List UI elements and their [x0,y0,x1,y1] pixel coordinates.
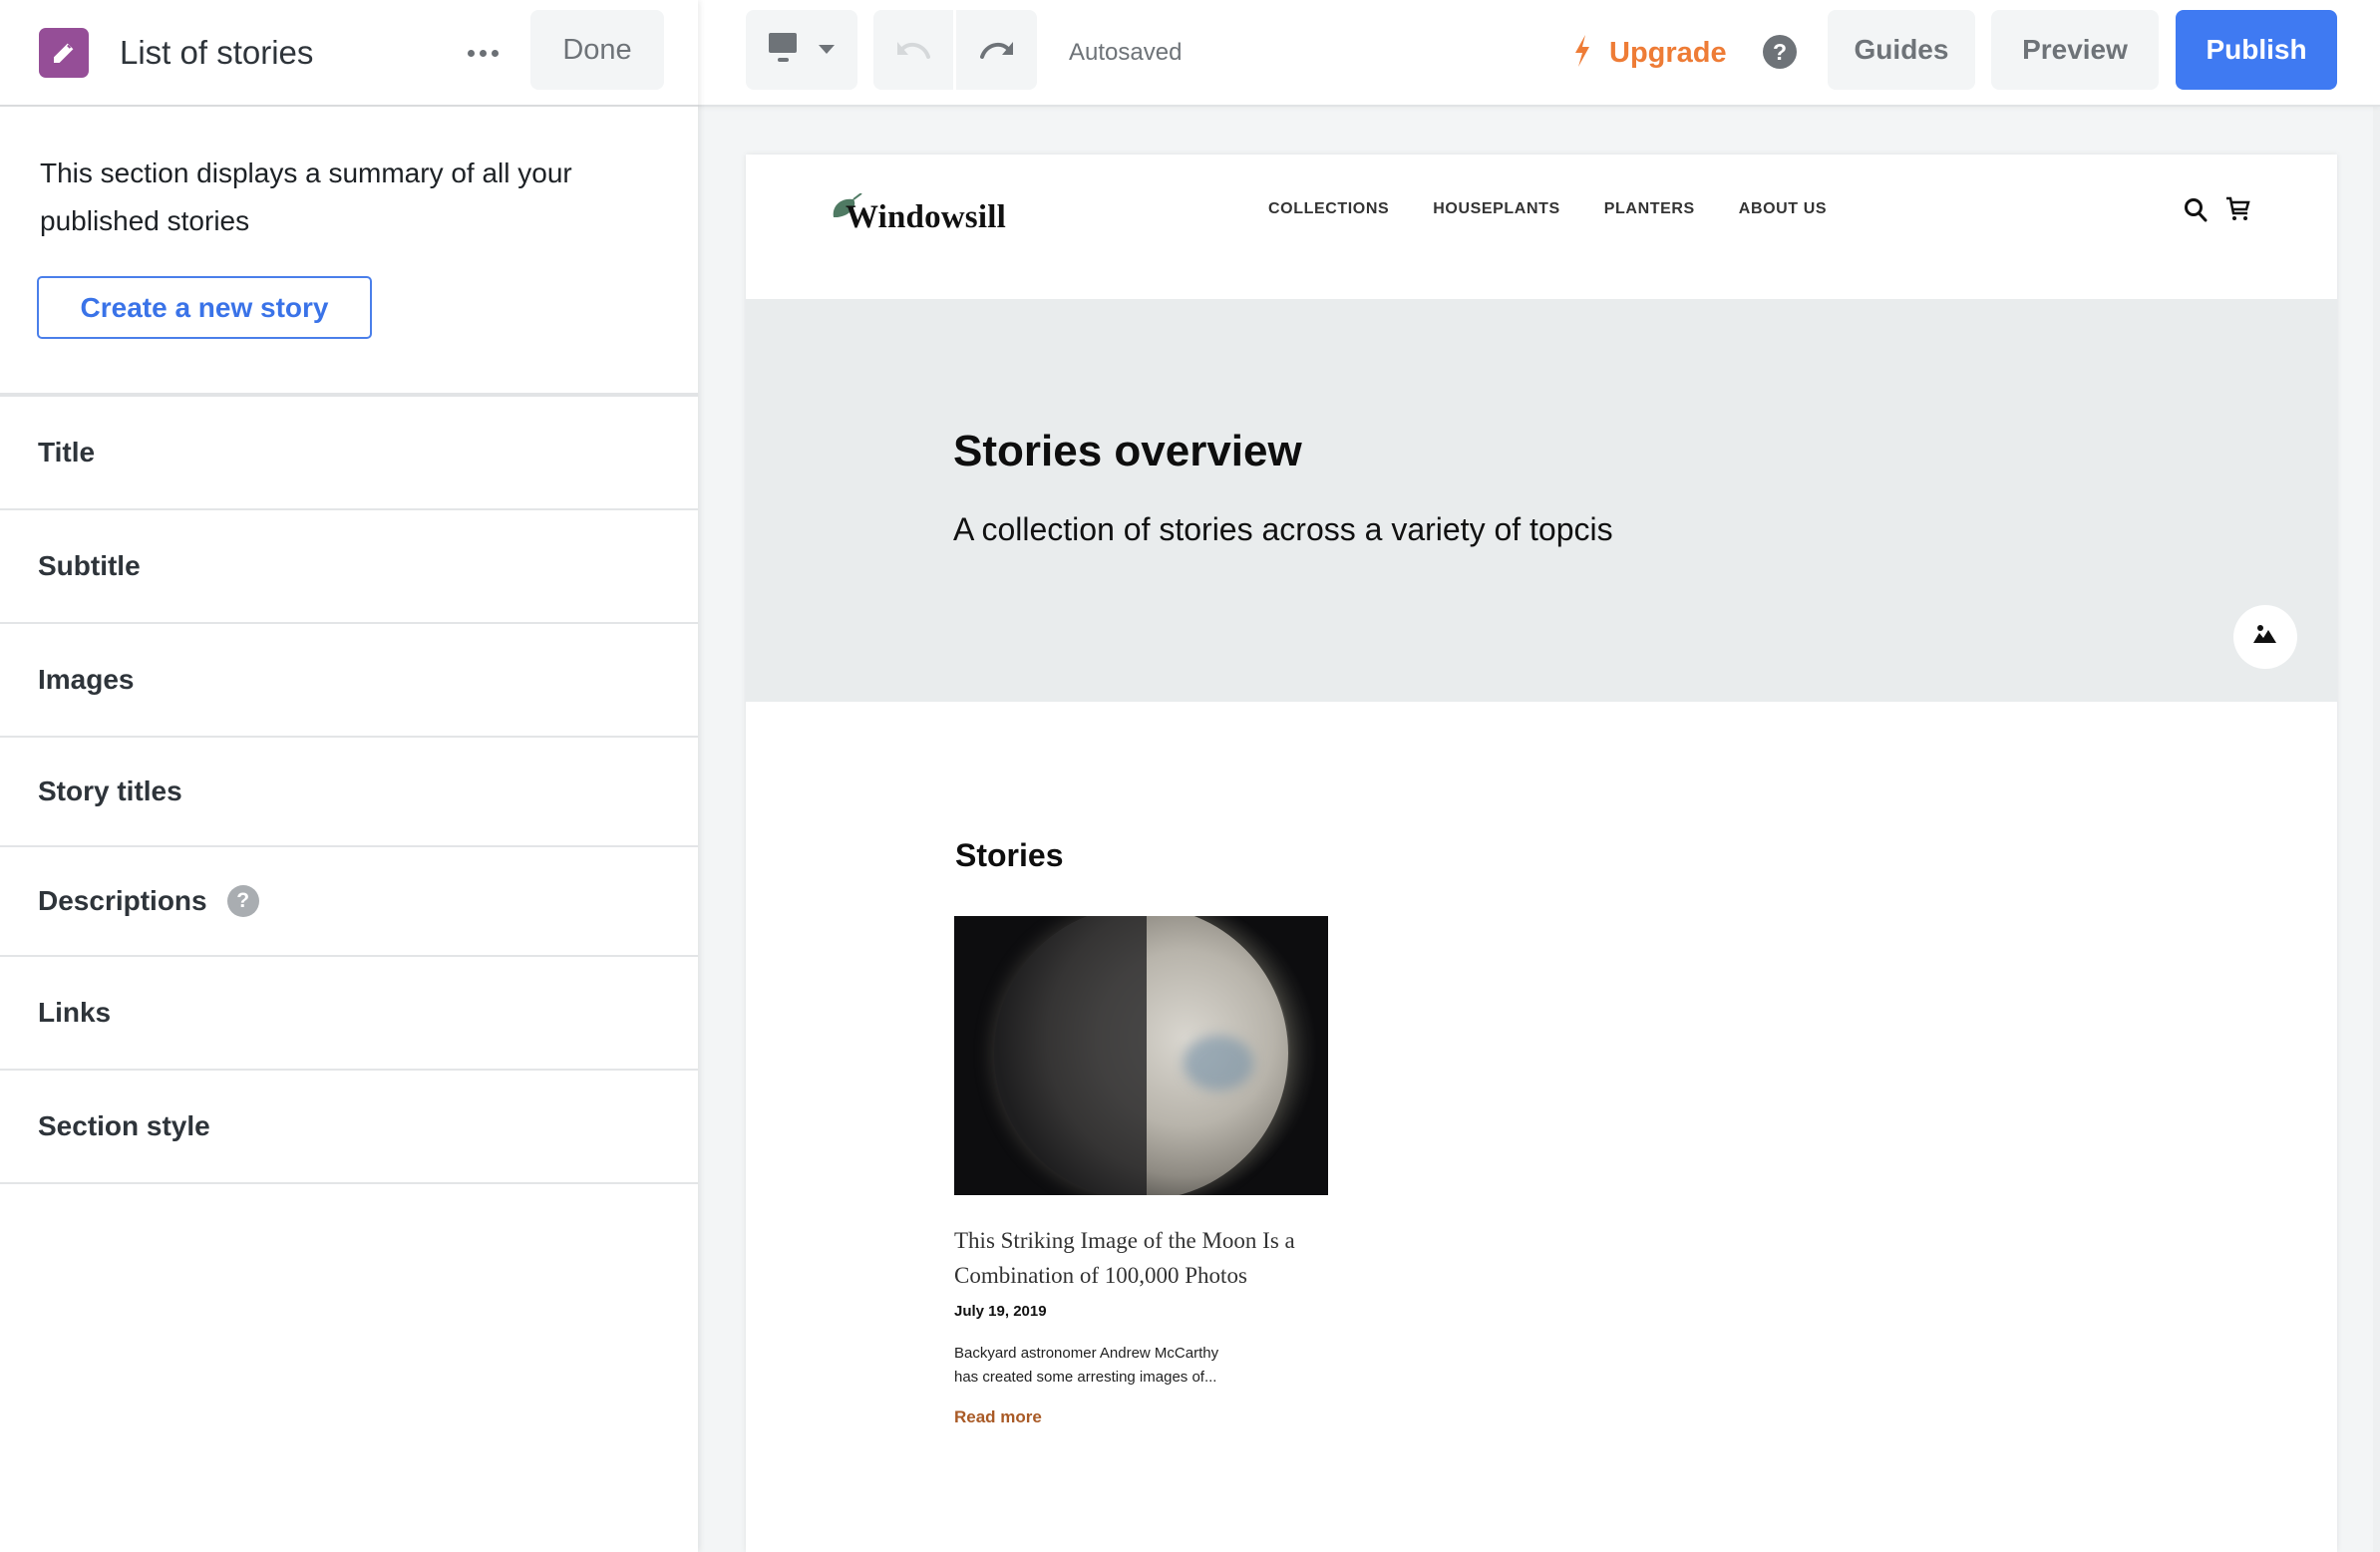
desktop-icon [769,32,799,68]
preview-button[interactable]: Preview [1991,10,2159,90]
section-editor-sidebar: List of stories Done This section displa… [0,0,698,1552]
settings-item-label: Links [38,997,112,1028]
settings-item-label: Subtitle [38,550,141,581]
more-options-button[interactable] [461,28,505,78]
story-card: This Striking Image of the Moon Is a Com… [954,916,1329,1427]
site-logo[interactable]: Windowsill [832,187,1006,247]
settings-item-label: Title [38,437,96,467]
cart-icon[interactable] [2225,196,2251,227]
site-nav: COLLECTIONS HOUSEPLANTS PLANTERS ABOUT U… [1268,200,1827,218]
story-date: July 19, 2019 [954,1303,1047,1320]
settings-item-links[interactable]: Links [0,957,698,1071]
settings-item-story-titles[interactable]: Story titles [0,738,698,847]
settings-item-label: Story titles [38,776,182,806]
read-more-link[interactable]: Read more [954,1407,1042,1427]
ellipsis-icon [467,49,475,57]
create-new-story-button[interactable]: Create a new story [37,276,372,339]
chevron-down-icon [819,43,835,58]
upgrade-button[interactable]: Upgrade [1573,28,1727,78]
ellipsis-icon [491,49,499,57]
hero-section: Stories overview A collection of stories… [746,299,2337,702]
undo-icon [896,39,930,62]
done-button[interactable]: Done [530,10,664,90]
settings-item-section-style[interactable]: Section style [0,1071,698,1184]
publish-button[interactable]: Publish [2176,10,2337,90]
panel-title: List of stories [120,34,314,71]
nav-link-planters[interactable]: PLANTERS [1604,200,1695,218]
story-description: Backyard astronomer Andrew McCarthy has … [954,1342,1329,1390]
pencil-icon [39,28,89,78]
nav-link-houseplants[interactable]: HOUSEPLANTS [1433,200,1560,218]
redo-button[interactable] [956,10,1037,90]
image-icon [2253,624,2277,650]
settings-item-descriptions[interactable]: Descriptions ? [0,847,698,957]
editor-toolbar: Autosaved Upgrade ? Guides Preview Publi… [698,0,2380,107]
settings-list: Title Subtitle Images Story titles Descr… [0,397,698,1184]
help-icon[interactable]: ? [226,885,259,917]
upgrade-label: Upgrade [1609,36,1727,69]
section-description: This section displays a summary of all y… [40,157,572,236]
story-description-line: Backyard astronomer Andrew McCarthy [954,1345,1219,1362]
help-icon[interactable]: ? [1763,35,1797,69]
story-title[interactable]: This Striking Image of the Moon Is a Com… [954,1223,1329,1293]
settings-item-images[interactable]: Images [0,624,698,738]
sidebar-header: List of stories Done [0,0,698,107]
autosave-status: Autosaved [1069,39,1183,66]
logo-text: Windowsill [846,198,1006,235]
hero-subtitle[interactable]: A collection of stories across a variety… [953,511,1613,548]
site-header: Windowsill COLLECTIONS HOUSEPLANTS PLANT… [746,155,2337,299]
undo-button[interactable] [873,10,953,90]
story-image[interactable] [954,916,1328,1195]
moon-sea-detail [1184,1036,1253,1090]
ellipsis-icon [479,49,487,57]
hero-title[interactable]: Stories overview [953,427,1302,476]
settings-item-label: Descriptions [38,885,207,916]
site-preview-frame: Windowsill COLLECTIONS HOUSEPLANTS PLANT… [746,155,2337,1552]
redo-icon [979,39,1014,62]
settings-item-label: Section style [38,1110,210,1141]
search-icon[interactable] [2184,197,2208,228]
settings-item-subtitle[interactable]: Subtitle [0,510,698,624]
settings-item-label: Images [38,664,135,695]
guides-button[interactable]: Guides [1828,10,1975,90]
stories-heading[interactable]: Stories [955,837,1063,874]
lightning-bolt-icon [1573,34,1591,72]
nav-link-collections[interactable]: COLLECTIONS [1268,200,1389,218]
story-description-line: has created some arresting images of... [954,1369,1217,1386]
device-view-dropdown[interactable] [746,10,857,90]
nav-link-about-us[interactable]: ABOUT US [1739,200,1827,218]
background-image-button[interactable] [2233,605,2297,669]
canvas-scrollbar[interactable] [2373,107,2380,1552]
settings-item-title[interactable]: Title [0,397,698,510]
